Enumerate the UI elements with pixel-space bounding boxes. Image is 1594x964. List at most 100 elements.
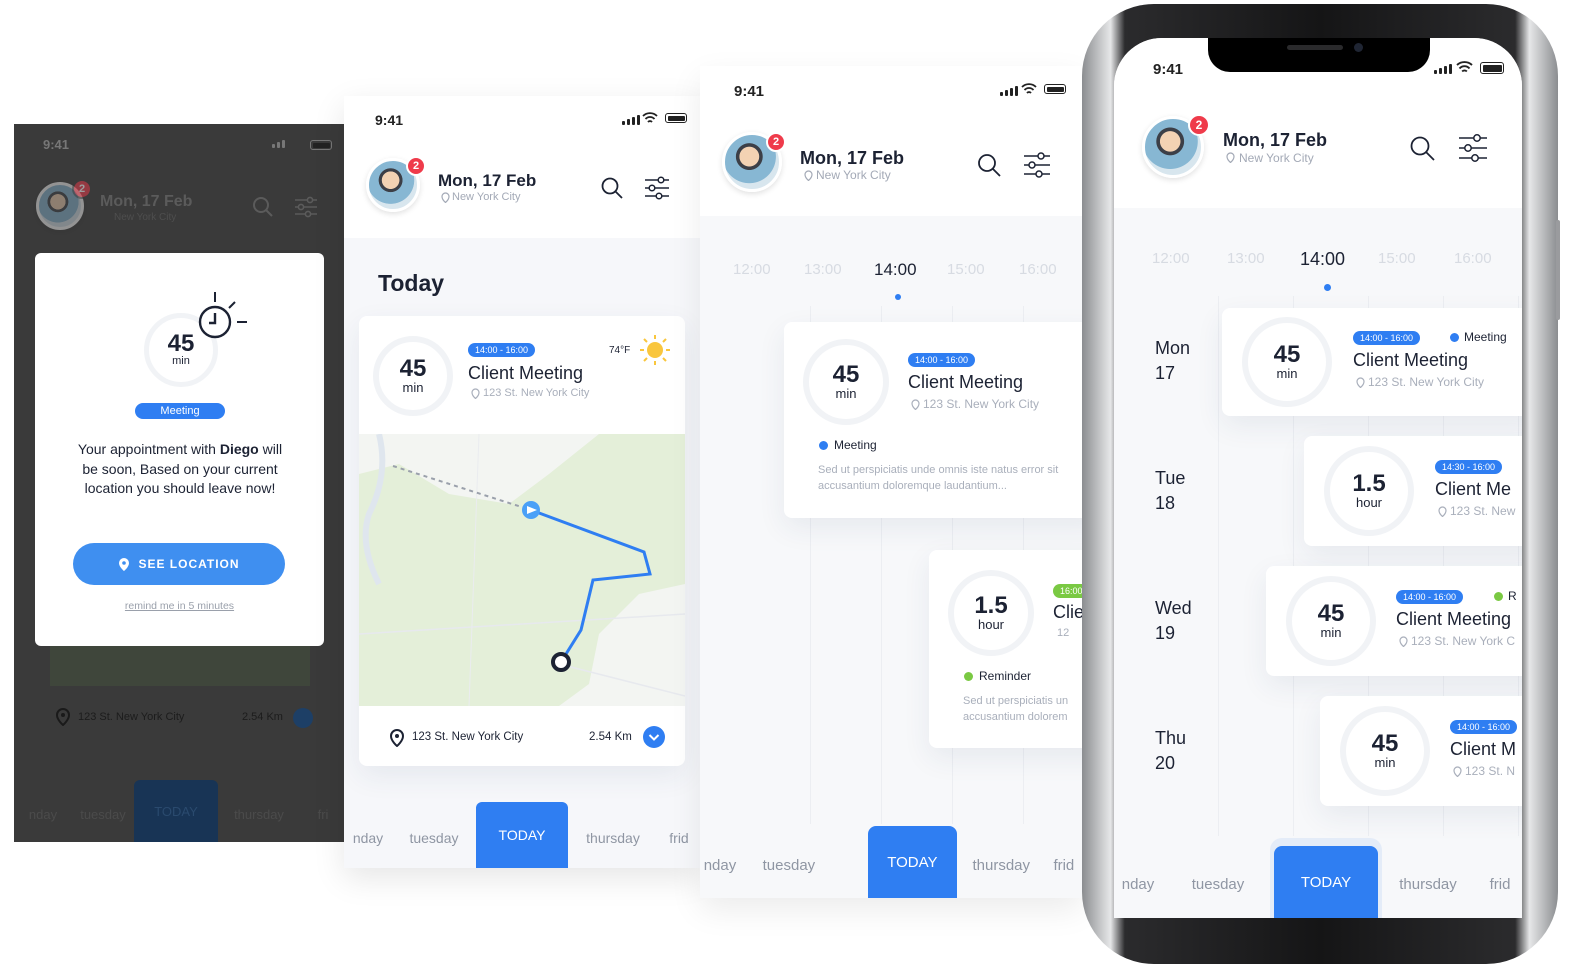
tab-friday[interactable]: fri — [300, 807, 346, 822]
event-card[interactable]: 45 min 14:00 - 16:00 74°F Client Meeting… — [359, 316, 685, 766]
tab-tuesday[interactable]: tuesday — [72, 807, 134, 822]
week-screen: 9:41 2 Mon, 17 Feb New York City 12:00 1… — [1114, 38, 1522, 918]
status-time: 9:41 — [734, 83, 765, 100]
event-card[interactable]: 45 min 14:00 - 16:00 Client Meeting 123 … — [784, 322, 1082, 518]
see-location-button[interactable]: SEE LOCATION — [73, 543, 285, 585]
filter-sliders-icon[interactable] — [644, 176, 670, 200]
hour-label-active[interactable]: 14:00 — [1300, 249, 1345, 270]
duration-unit: min — [1320, 624, 1342, 640]
tab-bar: nday tuesday TODAY thursday frid — [1114, 840, 1522, 918]
hour-label[interactable]: 15:00 — [1378, 250, 1416, 267]
tab-thursday[interactable]: thursday — [957, 857, 1046, 874]
duration-unit: min — [1276, 365, 1298, 381]
duration-ring: 45 min — [1340, 706, 1430, 796]
header-date: Mon, 17 Feb — [1223, 130, 1328, 150]
hour-label[interactable]: 15:00 — [947, 261, 985, 278]
duration-unit: min — [1374, 754, 1396, 770]
search-icon[interactable] — [252, 196, 274, 218]
hour-label[interactable]: 12:00 — [733, 261, 771, 278]
event-title: Client Meeting — [1353, 350, 1469, 370]
duration-unit: min — [835, 385, 857, 401]
tab-monday[interactable]: nday — [700, 857, 740, 874]
tab-monday[interactable]: nday — [344, 830, 392, 846]
duration-value: 1.5 — [1352, 469, 1386, 497]
chevron-down-icon[interactable] — [293, 708, 313, 728]
location-pin-icon — [471, 388, 480, 399]
event-address: 123 St. New York C — [1411, 634, 1516, 648]
time-range-pill: 14:00 - 16:00 — [468, 343, 536, 357]
event-card[interactable]: 45 min 14:00 - 16:00 R Client Meeting 12… — [1266, 566, 1522, 676]
duration-value: 45 — [832, 360, 860, 388]
tab-thursday[interactable]: thursday — [568, 830, 658, 846]
category-label: R — [1508, 589, 1517, 603]
event-card[interactable]: 1.5 hour 14:30 - 16:00 Client Me 123 St.… — [1304, 436, 1522, 546]
event-title: Client Meeting — [468, 363, 584, 383]
filter-sliders-icon[interactable] — [1023, 152, 1051, 178]
hour-label[interactable]: 13:00 — [1227, 250, 1265, 267]
tab-monday[interactable]: nday — [14, 807, 72, 822]
day-name: Thu — [1155, 728, 1187, 748]
tab-tuesday[interactable]: tuesday — [392, 830, 476, 846]
sun-icon — [640, 335, 670, 365]
category-label: Meeting — [834, 438, 877, 452]
header-city: New York City — [452, 191, 521, 203]
tab-friday[interactable]: frid — [1046, 857, 1082, 874]
hour-label[interactable]: 12:00 — [1152, 250, 1190, 267]
remind-later-link[interactable]: remind me in 5 minutes — [35, 600, 324, 612]
duration-unit: min — [172, 355, 190, 367]
search-icon[interactable] — [976, 152, 1002, 178]
hour-label-active[interactable]: 14:00 — [874, 260, 917, 280]
header-date: Mon, 17 Feb — [800, 148, 905, 168]
battery-icon — [1480, 62, 1504, 74]
tab-today[interactable]: TODAY — [1274, 846, 1378, 918]
hour-label[interactable]: 13:00 — [804, 261, 842, 278]
tab-friday[interactable]: frid — [658, 830, 700, 846]
tab-thursday[interactable]: thursday — [1378, 876, 1478, 893]
tab-monday[interactable]: nday — [1114, 876, 1162, 893]
alert-modal: 45 min Meeting Your appointment with Die… — [35, 253, 324, 646]
status-time: 9:41 — [1153, 61, 1184, 78]
category-dot — [819, 441, 828, 450]
duration-ring: 45 min — [373, 336, 453, 416]
tab-today[interactable]: TODAY — [476, 802, 568, 868]
tab-today[interactable]: TODAY — [134, 780, 218, 842]
phone-side-button — [1556, 220, 1560, 320]
tab-bar: nday tuesday TODAY thursday fri — [14, 780, 346, 842]
event-card[interactable]: 1.5 hour 16:00 Clie 12 Reminder Sed ut p… — [929, 550, 1082, 748]
tab-tuesday[interactable]: tuesday — [740, 857, 838, 874]
footer-distance: 2.54 Km — [589, 731, 632, 743]
tab-thursday[interactable]: thursday — [218, 807, 300, 822]
hour-label[interactable]: 16:00 — [1454, 250, 1492, 267]
category-label: Reminder — [979, 669, 1032, 683]
notification-badge: 2 — [1188, 114, 1210, 136]
duration-value: 45 — [399, 354, 427, 382]
tab-bar: nday tuesday TODAY thursday frid — [344, 800, 700, 868]
duration-value: 45 — [167, 330, 195, 357]
time-range-pill: 14:00 - 16:00 — [1353, 331, 1421, 345]
phone-notch — [1208, 38, 1430, 72]
event-card[interactable]: 45 min 14:00 - 16:00 Client M 123 St. N — [1320, 696, 1522, 806]
tab-today[interactable]: TODAY — [867, 826, 957, 898]
header-date: Mon, 17 Feb — [100, 193, 193, 210]
day-name: Wed — [1155, 598, 1192, 618]
event-address: 123 St. N — [1465, 764, 1516, 778]
event-address: 123 St. New York City — [483, 387, 590, 399]
timeline-screen: 9:41 2 Mon, 17 Feb New York City 12:00 1… — [700, 66, 1082, 898]
tab-friday[interactable]: frid — [1478, 876, 1522, 893]
route-map[interactable] — [359, 434, 685, 706]
event-title: Client Me — [1435, 479, 1512, 499]
filter-sliders-icon[interactable] — [294, 196, 318, 218]
search-icon[interactable] — [600, 176, 624, 200]
hour-label[interactable]: 16:00 — [1019, 261, 1057, 278]
event-address: 123 St. New — [1450, 504, 1516, 518]
location-pin-icon — [1226, 152, 1235, 163]
chevron-down-icon[interactable] — [643, 726, 665, 748]
filter-sliders-icon[interactable] — [1458, 134, 1488, 162]
day-name: Tue — [1155, 468, 1186, 488]
footer-distance: 2.54 Km — [242, 711, 283, 723]
event-card[interactable]: 45 min 14:00 - 16:00 Meeting Client Meet… — [1222, 308, 1522, 416]
wifi-icon — [1021, 83, 1037, 94]
tab-tuesday[interactable]: tuesday — [1162, 876, 1274, 893]
search-icon[interactable] — [1408, 134, 1436, 162]
signal-icon — [272, 140, 285, 148]
